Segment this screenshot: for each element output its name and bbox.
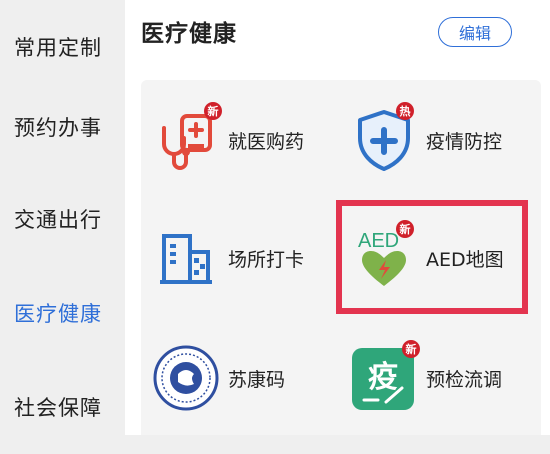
service-label: 场所打卡 <box>228 248 305 271</box>
new-badge: 新 <box>204 102 222 120</box>
sidebar-item-label: 预约办事 <box>14 116 102 140</box>
sidebar-item-label: 社会保障 <box>14 396 102 420</box>
page-title: 医疗健康 <box>141 21 237 47</box>
service-label: 就医购药 <box>228 130 305 153</box>
sidebar-item-label: 常用定制 <box>14 36 102 60</box>
service-tile-su-kang-code[interactable]: 苏康码 <box>142 330 337 426</box>
sidebar-item-appointment[interactable]: 预约办事 <box>0 80 125 174</box>
shield-cross-icon: 热 <box>350 102 418 174</box>
service-tile-epidemic-control[interactable]: 热 疫情防控 <box>340 92 535 188</box>
service-tile-checkin[interactable]: 场所打卡 <box>142 210 337 306</box>
service-label: 预检流调 <box>426 368 503 391</box>
edit-button[interactable]: 编辑 <box>438 17 512 47</box>
highlight-frame <box>336 200 528 314</box>
epidemic-card-icon: 疫 新 <box>350 340 420 412</box>
service-tile-medical[interactable]: 新 就医购药 <box>142 92 337 188</box>
hot-badge: 热 <box>396 102 414 120</box>
sidebar-item-traffic[interactable]: 交通出行 <box>0 172 125 266</box>
sidebar-item-health[interactable]: 医疗健康 <box>0 266 125 360</box>
sidebar: 常用定制 预约办事 交通出行 医疗健康 社会保障 <box>0 0 125 435</box>
building-qr-icon <box>152 224 220 292</box>
sidebar-item-label: 医疗健康 <box>14 302 102 326</box>
service-label: 疫情防控 <box>426 130 503 153</box>
sidebar-item-social-security[interactable]: 社会保障 <box>0 360 125 454</box>
stethoscope-clipboard-icon: 新 <box>152 102 222 174</box>
emblem-seal-icon <box>152 344 220 412</box>
new-badge: 新 <box>402 340 420 358</box>
sidebar-item-label: 交通出行 <box>14 208 102 232</box>
service-label: 苏康码 <box>228 368 286 391</box>
service-tile-precheck[interactable]: 疫 新 预检流调 <box>340 330 535 426</box>
